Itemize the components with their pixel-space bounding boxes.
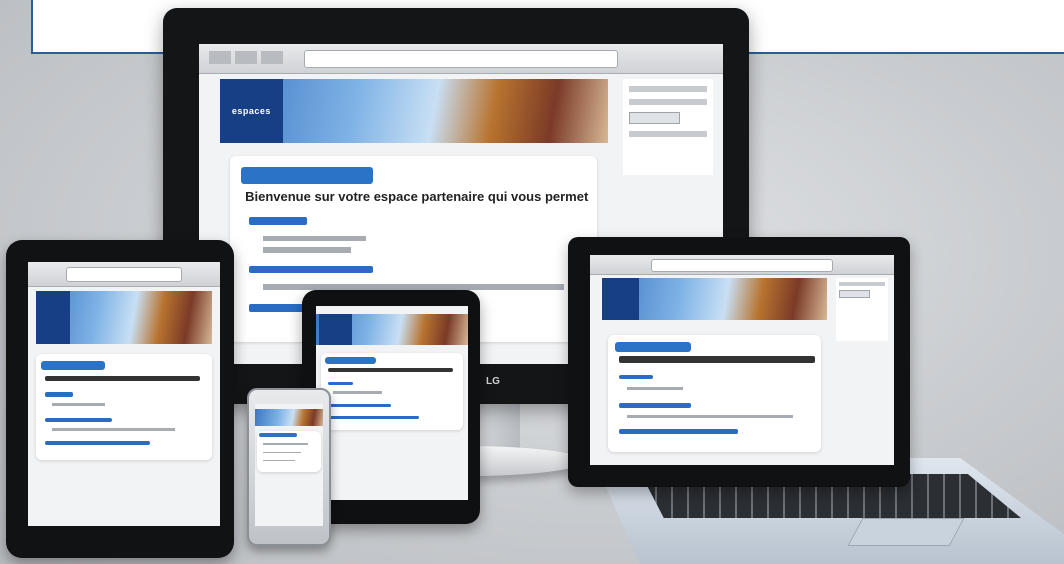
link-heading xyxy=(618,355,815,363)
smartphone-screen xyxy=(255,404,323,526)
panel-button xyxy=(839,290,870,299)
hero-banner xyxy=(255,408,323,426)
link-item xyxy=(248,217,308,225)
link-subtext xyxy=(333,391,382,394)
section-badge xyxy=(40,360,105,371)
link-item xyxy=(44,417,112,422)
panel-line xyxy=(628,130,708,137)
welcome-card xyxy=(35,354,213,460)
panel-line xyxy=(839,282,885,286)
site-logo xyxy=(602,278,639,321)
tablet-small-screen xyxy=(316,306,468,500)
link-heading xyxy=(327,368,454,372)
link-subtext xyxy=(263,235,367,242)
link-item xyxy=(618,428,739,434)
link-item xyxy=(248,265,374,273)
link-heading xyxy=(44,375,200,381)
link-item xyxy=(618,374,653,380)
link-item xyxy=(618,403,692,408)
link-item xyxy=(327,382,354,386)
link-subtext xyxy=(51,428,176,432)
address-bar xyxy=(303,50,619,69)
browser-toolbar xyxy=(199,44,723,74)
address-bar xyxy=(66,267,182,283)
welcome-card xyxy=(257,430,321,473)
address-bar xyxy=(650,259,834,272)
site-logo xyxy=(35,291,71,344)
link-subtext xyxy=(262,459,295,462)
link-subtext xyxy=(51,402,105,407)
site-logo xyxy=(319,313,353,345)
link-subtext xyxy=(627,386,683,391)
tablet-large-screen xyxy=(28,262,220,526)
link-subtext xyxy=(262,443,308,445)
laptop xyxy=(568,237,910,487)
link-subtext xyxy=(262,451,302,453)
section-badge xyxy=(324,357,377,365)
browser-tabs xyxy=(209,51,283,65)
welcome-card xyxy=(608,334,822,453)
welcome-heading: Bienvenue sur votre espace partenaire qu… xyxy=(245,189,590,205)
login-panel xyxy=(836,278,888,342)
browser-toolbar xyxy=(28,262,220,287)
link-item xyxy=(44,392,73,397)
section-badge xyxy=(258,433,298,438)
monitor-brand: LG xyxy=(486,376,500,387)
tablet-large xyxy=(6,240,234,558)
link-subtext xyxy=(627,414,794,419)
link-item xyxy=(327,416,420,420)
laptop-screen xyxy=(590,255,894,465)
smartphone xyxy=(247,388,331,546)
link-subtext xyxy=(263,284,565,290)
section-badge xyxy=(241,167,374,184)
link-item xyxy=(327,403,391,407)
laptop-trackpad xyxy=(847,518,965,546)
panel-button xyxy=(628,112,680,124)
welcome-card xyxy=(320,352,464,431)
link-subtext xyxy=(263,246,352,253)
panel-line xyxy=(628,99,708,105)
browser-toolbar xyxy=(590,255,894,275)
panel-line xyxy=(628,86,708,93)
login-panel xyxy=(623,79,713,176)
link-item xyxy=(44,440,151,446)
section-badge xyxy=(614,341,692,353)
site-logo: espaces xyxy=(219,79,283,144)
